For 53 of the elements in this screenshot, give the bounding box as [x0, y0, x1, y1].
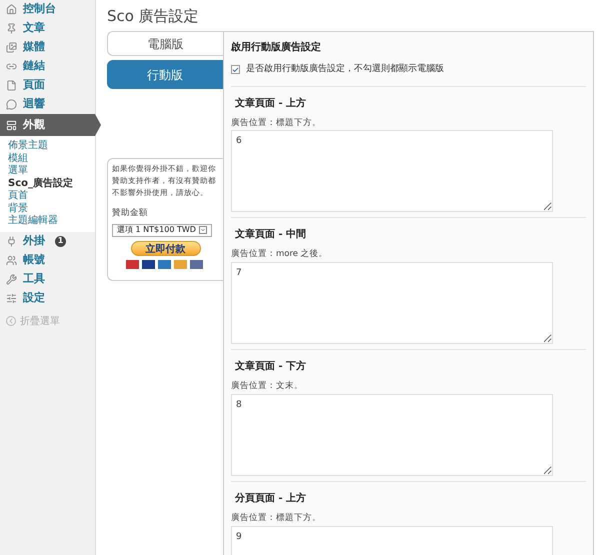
sidebar-item[interactable]: 設定 — [0, 288, 95, 308]
sidebar-item[interactable]: 帳號 — [0, 250, 95, 270]
users-icon — [6, 254, 17, 266]
link-icon — [6, 61, 17, 72]
submenu-item[interactable]: Sco_廣告設定 — [8, 178, 95, 190]
section-heading: 分頁頁面 - 上方 — [234, 491, 308, 506]
collapse-icon — [6, 316, 16, 326]
submenu-item[interactable]: 頁首 — [8, 190, 95, 202]
sidebar-item[interactable]: 外掛 1 — [0, 232, 95, 250]
speech-bubble-icon — [6, 99, 17, 110]
section-heading: 文章頁面 - 下方 — [234, 359, 308, 374]
sidebar-item[interactable]: 迴響 — [0, 95, 95, 114]
submenu-item[interactable]: 主題編輯器 — [8, 215, 95, 228]
plug-icon — [6, 236, 17, 246]
submenu-item[interactable]: 模組 — [8, 152, 95, 165]
dropdown-icon — [199, 226, 207, 234]
pin-icon — [6, 23, 17, 34]
current-arrow-icon — [95, 114, 101, 136]
submenu-item[interactable]: 背景 — [8, 202, 95, 215]
section-heading: 文章頁面 - 上方 — [234, 96, 308, 110]
checkbox-label: 是否啟用行動版廣告設定，不勾選則都顯示電腦版 — [246, 63, 444, 76]
ad-code-textarea[interactable]: 8 — [231, 394, 553, 476]
submenu-item[interactable]: 佈景主題 — [8, 140, 95, 152]
pay-now-button[interactable]: 立即付款 — [130, 240, 200, 256]
home-icon — [6, 4, 17, 15]
amount-label: 贊助金額 — [112, 207, 149, 220]
position-hint: 廣告位置：more 之後。 — [231, 248, 329, 261]
images-icon — [6, 42, 17, 53]
ad-code-textarea[interactable]: 7 — [231, 262, 553, 344]
sidebar-item[interactable]: 頁面 — [0, 76, 95, 95]
ad-code-textarea[interactable]: 9 — [231, 526, 553, 555]
section-heading: 啟用行動版廣告設定 — [231, 40, 322, 55]
position-hint: 廣告位置：標題下方。 — [231, 512, 322, 524]
enable-checkbox[interactable] — [231, 65, 240, 74]
position-hint: 廣告位置：文末。 — [231, 380, 304, 393]
section-heading: 文章頁面 - 中間 — [234, 227, 308, 242]
layout-icon — [6, 120, 17, 130]
sidebar-item[interactable]: 工具 — [0, 270, 95, 288]
position-hint: 廣告位置：標題下方。 — [231, 116, 322, 130]
page-icon — [6, 80, 17, 91]
submenu-item[interactable]: 選單 — [8, 165, 95, 178]
page-title: Sco 廣告設定 — [107, 6, 200, 27]
count-badge: 1 — [55, 236, 66, 246]
settings-icon — [6, 292, 17, 304]
tab[interactable]: 電腦版 — [107, 31, 223, 56]
amount-select[interactable]: 選項 1 NT$100 TWD — [112, 224, 212, 237]
sidebar-item[interactable]: 文章 — [0, 19, 95, 38]
sidebar-item[interactable]: 鏈結 — [0, 57, 95, 76]
wrench-icon — [6, 274, 17, 284]
sidebar-item[interactable]: 媒體 — [0, 38, 95, 57]
ad-code-textarea[interactable]: 6 — [231, 130, 553, 212]
sidebar-item[interactable]: 控制台 — [0, 0, 95, 19]
tab[interactable]: 行動版 — [107, 60, 223, 89]
